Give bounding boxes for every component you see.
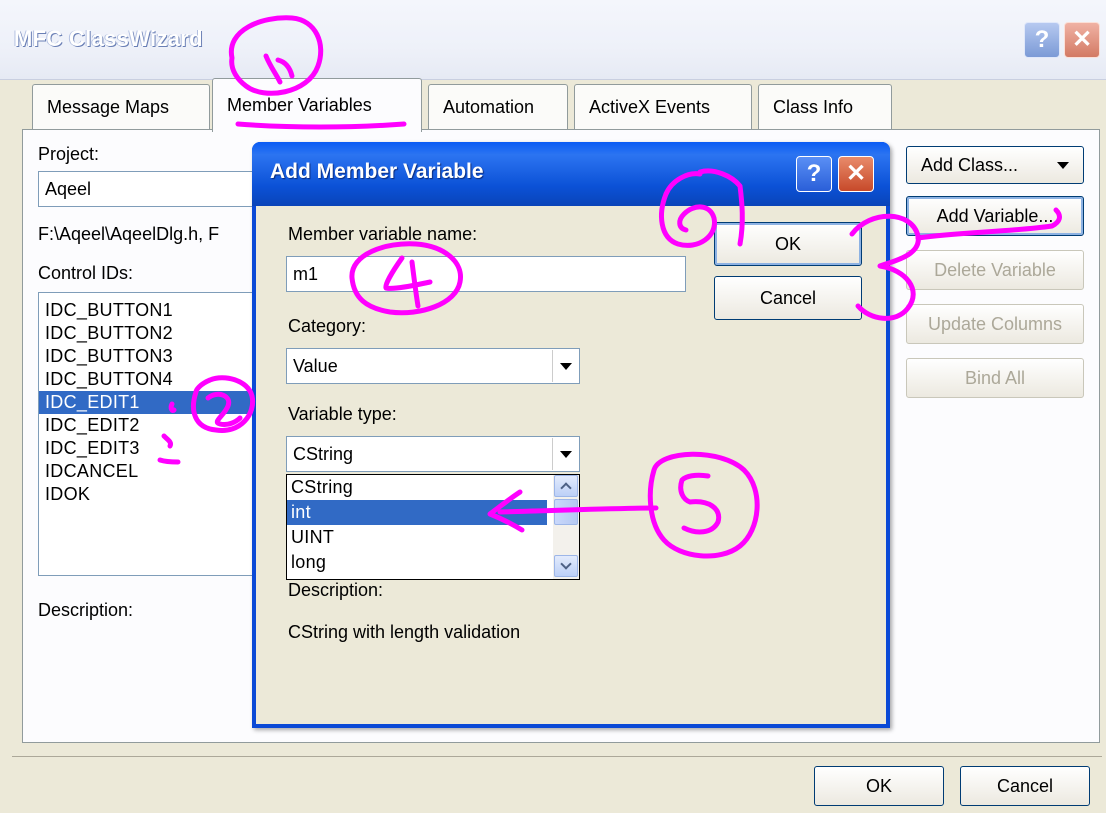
tab-message-maps[interactable]: Message Maps <box>32 84 210 130</box>
dialog-title-bar: Add Member Variable ? ✕ <box>252 142 890 206</box>
tab-automation[interactable]: Automation <box>428 84 568 130</box>
list-item[interactable]: CString <box>287 475 547 500</box>
scroll-down-icon[interactable] <box>554 555 578 577</box>
add-variable-button[interactable]: Add Variable... <box>906 196 1084 236</box>
project-value: Aqeel <box>45 179 92 199</box>
dropdown-arrow-icon <box>1057 162 1069 169</box>
description-label: Description: <box>38 600 134 620</box>
chevron-down-icon[interactable] <box>552 438 578 470</box>
dialog-title: Add Member Variable <box>270 160 484 183</box>
separator <box>12 756 1102 757</box>
delete-variable-button[interactable]: Delete Variable <box>906 250 1084 290</box>
list-item[interactable]: IDC_EDIT2 <box>39 414 277 437</box>
list-item-highlighted[interactable]: int <box>287 500 547 525</box>
tab-class-info[interactable]: Class Info <box>758 84 892 130</box>
list-item[interactable]: IDC_BUTTON3 <box>39 345 277 368</box>
bind-all-button[interactable]: Bind All <box>906 358 1084 398</box>
list-item[interactable]: IDC_BUTTON4 <box>39 368 277 391</box>
project-label: Project: <box>38 144 100 164</box>
list-item[interactable]: IDC_BUTTON1 <box>39 299 277 322</box>
chevron-down-icon[interactable] <box>552 350 578 382</box>
outer-title-bar: MFC ClassWizard ? ✕ <box>0 0 1106 80</box>
variable-type-value: CString <box>293 444 354 464</box>
mfc-classwizard-window: MFC ClassWizard ? ✕ Message Maps Member … <box>0 0 1106 813</box>
list-item[interactable]: IDC_BUTTON2 <box>39 322 277 345</box>
category-select[interactable]: Value <box>286 348 580 384</box>
project-combo[interactable]: Aqeel <box>38 171 278 207</box>
scrollbar[interactable] <box>553 475 579 579</box>
scroll-up-icon[interactable] <box>554 475 578 497</box>
variable-type-select[interactable]: CString <box>286 436 580 472</box>
list-item[interactable]: IDOK <box>39 483 277 506</box>
dialog-close-button[interactable]: ✕ <box>838 156 874 192</box>
variable-type-dropdown-list[interactable]: CString int UINT long <box>286 474 580 580</box>
list-item[interactable]: long <box>287 550 547 575</box>
category-value: Value <box>293 356 338 376</box>
add-class-label: Add Class... <box>921 155 1019 175</box>
tab-activex-events[interactable]: ActiveX Events <box>574 84 752 130</box>
add-class-button[interactable]: Add Class... <box>906 146 1084 184</box>
outer-ok-button[interactable]: OK <box>814 766 944 806</box>
dialog-help-button[interactable]: ? <box>796 156 832 192</box>
file-path-text: F:\Aqeel\AqeelDlg.h, F <box>38 224 220 244</box>
member-name-label: Member variable name: <box>288 224 478 244</box>
variable-type-label: Variable type: <box>288 404 397 424</box>
outer-help-button[interactable]: ? <box>1024 22 1060 58</box>
member-name-input[interactable]: m1 <box>286 256 686 292</box>
control-ids-label: Control IDs: <box>38 263 134 283</box>
list-item[interactable]: UINT <box>287 525 547 550</box>
outer-close-button[interactable]: ✕ <box>1064 22 1100 58</box>
dialog-ok-button[interactable]: OK <box>714 222 862 266</box>
scroll-thumb[interactable] <box>554 499 578 525</box>
outer-window-title: MFC ClassWizard <box>14 26 203 51</box>
list-item[interactable]: IDCANCEL <box>39 460 277 483</box>
dialog-description-label: Description: <box>288 580 384 600</box>
category-label: Category: <box>288 316 367 336</box>
dialog-description-text: CString with length validation <box>288 622 521 642</box>
update-columns-button[interactable]: Update Columns <box>906 304 1084 344</box>
member-name-value: m1 <box>293 264 319 284</box>
dialog-cancel-button[interactable]: Cancel <box>714 276 862 320</box>
control-ids-list[interactable]: IDC_BUTTON1 IDC_BUTTON2 IDC_BUTTON3 IDC_… <box>38 292 278 576</box>
list-item[interactable]: IDC_EDIT3 <box>39 437 277 460</box>
tab-member-variables[interactable]: Member Variables <box>212 78 422 132</box>
outer-cancel-button[interactable]: Cancel <box>960 766 1090 806</box>
list-item-selected[interactable]: IDC_EDIT1 <box>39 391 277 414</box>
